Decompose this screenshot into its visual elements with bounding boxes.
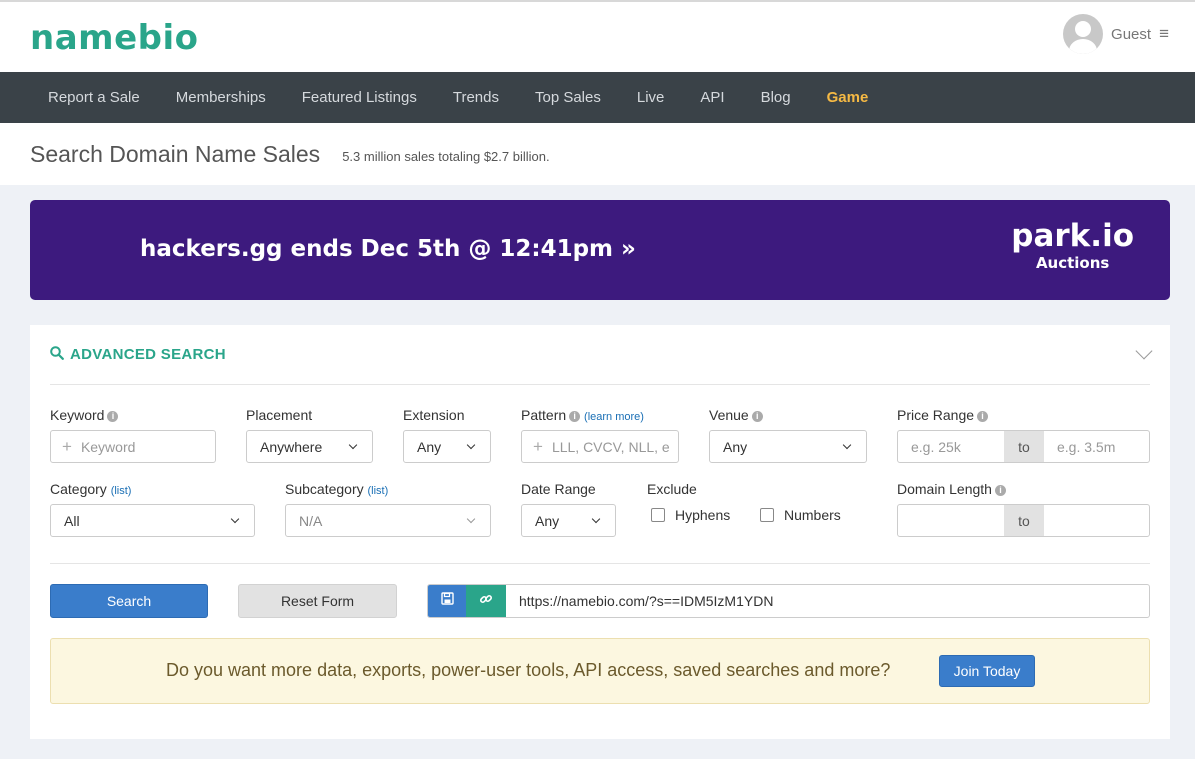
checkbox[interactable]: [760, 508, 774, 522]
domain-length-label: Domain Length i: [897, 481, 1006, 497]
share-url-field[interactable]: https://namebio.com/?s==IDM5IzM1YDN: [506, 585, 1149, 617]
nav-trends[interactable]: Trends: [435, 89, 517, 106]
membership-promo: Do you want more data, exports, power-us…: [50, 638, 1150, 704]
site-logo[interactable]: namebio: [30, 18, 199, 58]
title-bar: Search Domain Name Sales 5.3 million sal…: [0, 123, 1195, 185]
category-label-text: Category: [50, 481, 107, 497]
nav-game[interactable]: Game: [809, 89, 887, 106]
price-range-label: Price Range i: [897, 407, 989, 423]
search-button[interactable]: Search: [50, 584, 208, 618]
price-range: e.g. 25k to e.g. 3.5m: [897, 430, 1150, 463]
promo-text: Do you want more data, exports, power-us…: [166, 660, 891, 680]
price-max-input[interactable]: e.g. 3.5m: [1044, 431, 1149, 462]
join-today-button[interactable]: Join Today: [939, 655, 1035, 687]
extension-label: Extension: [403, 407, 465, 423]
share-url-group: https://namebio.com/?s==IDM5IzM1YDN: [427, 584, 1150, 618]
keyword-placeholder: Keyword: [80, 438, 136, 455]
keyword-label: Keyword i: [50, 407, 119, 423]
info-icon[interactable]: i: [107, 411, 119, 422]
exclude-label: Exclude: [647, 481, 697, 497]
advanced-search-panel: ADVANCED SEARCH Keyword i Placement Exten…: [30, 325, 1170, 739]
banner-brand[interactable]: park.io Auctions: [1011, 218, 1134, 272]
pattern-label: Pattern i (learn more): [521, 407, 644, 423]
category-select[interactable]: All: [50, 504, 255, 537]
info-icon[interactable]: i: [751, 411, 763, 422]
domain-length-label-text: Domain Length: [897, 481, 992, 497]
info-icon[interactable]: i: [977, 411, 989, 422]
date-range-select[interactable]: Any: [521, 504, 616, 537]
exclude-numbers-checkbox[interactable]: Numbers: [760, 507, 841, 523]
page-subtitle: 5.3 million sales totaling $2.7 billion.: [342, 149, 550, 164]
nav-live[interactable]: Live: [619, 89, 683, 106]
date-range-label: Date Range: [521, 481, 596, 497]
user-menu[interactable]: Guest ≡: [1063, 14, 1169, 54]
plus-icon: +: [62, 436, 72, 456]
keyword-label-text: Keyword: [50, 407, 105, 423]
nav-api[interactable]: API: [682, 89, 742, 106]
category-label: Category (list): [50, 481, 131, 497]
hamburger-menu-icon[interactable]: ≡: [1159, 24, 1169, 44]
floppy-disk-icon: [440, 592, 454, 610]
banner-brand-sub: Auctions: [1035, 254, 1110, 272]
pattern-placeholder: LLL, CVCV, NLL, e: [551, 438, 670, 455]
info-icon[interactable]: i: [569, 411, 581, 422]
subcategory-label-text: Subcategory: [285, 481, 364, 497]
advanced-search-title: ADVANCED SEARCH: [70, 346, 226, 363]
link-icon: [479, 592, 493, 611]
nav-report-a-sale[interactable]: Report a Sale: [30, 89, 158, 106]
subcategory-list-link[interactable]: (list): [368, 485, 389, 497]
exclude-hyphens-checkbox[interactable]: Hyphens: [651, 507, 730, 523]
domain-length-range: to: [897, 504, 1150, 537]
banner-text[interactable]: hackers.gg ends Dec 5th @ 12:41pm »: [140, 236, 636, 262]
price-range-to: to: [1004, 431, 1044, 462]
plus-icon: +: [533, 436, 543, 456]
keyword-input[interactable]: + Keyword: [50, 430, 216, 463]
nav-top-sales[interactable]: Top Sales: [517, 89, 619, 106]
venue-label: Venue i: [709, 407, 763, 423]
info-icon[interactable]: i: [994, 485, 1006, 496]
hyphens-label: Hyphens: [675, 507, 731, 523]
numbers-label: Numbers: [784, 507, 841, 523]
copy-link-button[interactable]: [466, 585, 506, 617]
banner-brand-name: park.io: [1011, 218, 1134, 254]
nav-featured-listings[interactable]: Featured Listings: [284, 89, 435, 106]
subcategory-select[interactable]: N/A: [285, 504, 491, 537]
reset-form-button[interactable]: Reset Form: [238, 584, 397, 618]
chevron-down-icon[interactable]: [1135, 342, 1153, 360]
checkbox[interactable]: [651, 508, 665, 522]
save-search-button[interactable]: [428, 585, 466, 617]
length-max-input[interactable]: [1044, 505, 1149, 536]
extension-select[interactable]: Any: [403, 430, 491, 463]
nav-memberships[interactable]: Memberships: [158, 89, 284, 106]
category-list-link[interactable]: (list): [111, 485, 132, 497]
top-bar: namebio Guest ≡: [0, 0, 1195, 72]
placement-select[interactable]: Anywhere: [246, 430, 373, 463]
avatar[interactable]: [1063, 14, 1104, 54]
main-nav: Report a Sale Memberships Featured Listi…: [0, 72, 1195, 123]
nav-blog[interactable]: Blog: [743, 89, 809, 106]
venue-select[interactable]: Any: [709, 430, 867, 463]
pattern-label-text: Pattern: [521, 407, 567, 423]
placement-label: Placement: [246, 407, 313, 423]
length-range-to: to: [1004, 505, 1044, 536]
divider: [50, 563, 1150, 564]
subcategory-label: Subcategory (list): [285, 481, 388, 497]
page-title: Search Domain Name Sales: [30, 140, 321, 167]
user-label[interactable]: Guest: [1111, 26, 1151, 43]
length-min-input[interactable]: [898, 505, 1004, 536]
learn-more-link[interactable]: (learn more): [584, 411, 644, 423]
pattern-input[interactable]: + LLL, CVCV, NLL, e: [521, 430, 679, 463]
venue-label-text: Venue: [709, 407, 749, 423]
price-range-label-text: Price Range: [897, 407, 975, 423]
price-min-input[interactable]: e.g. 25k: [898, 431, 1004, 462]
auction-banner[interactable]: hackers.gg ends Dec 5th @ 12:41pm » park…: [30, 200, 1170, 300]
search-icon: [50, 346, 64, 363]
advanced-search-header[interactable]: ADVANCED SEARCH: [50, 325, 1153, 385]
